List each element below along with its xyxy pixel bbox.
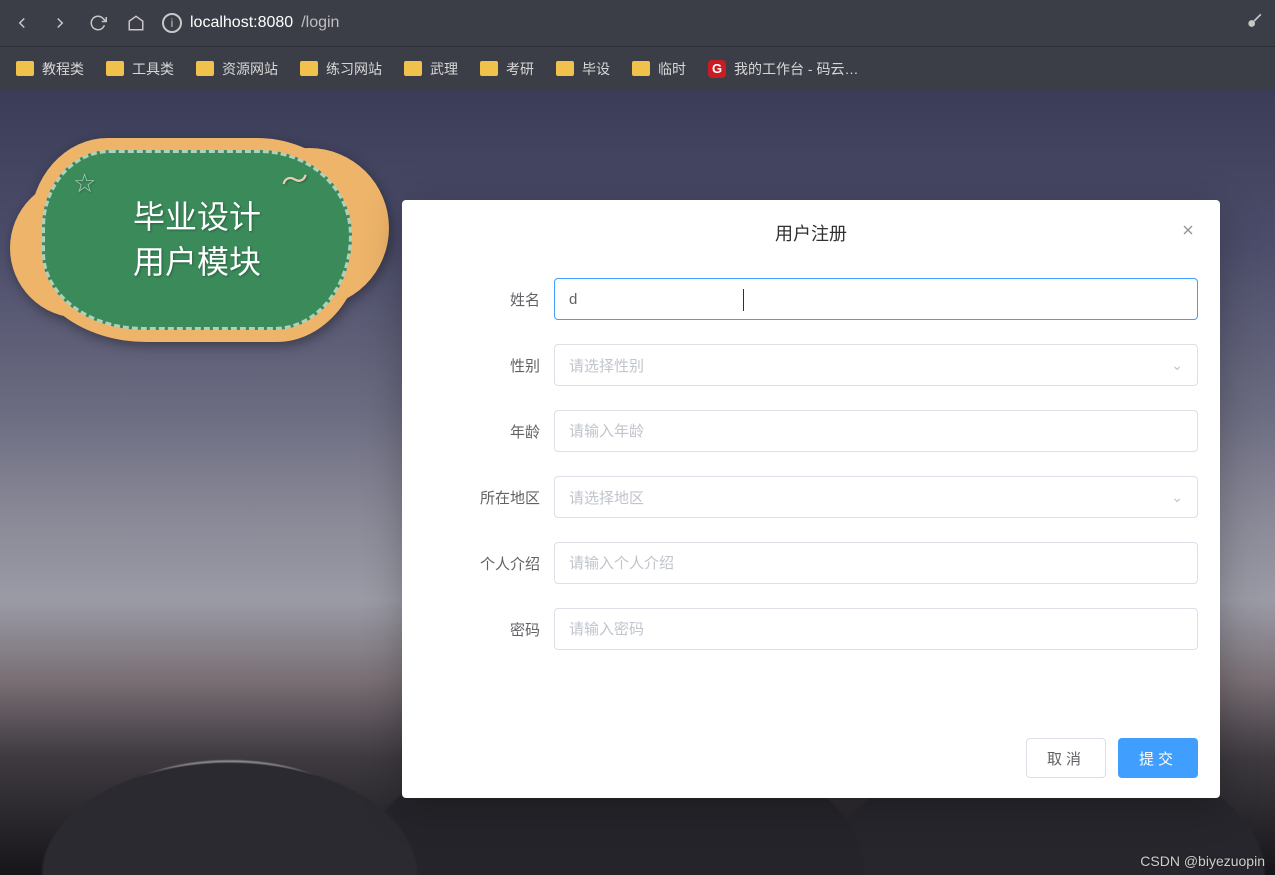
form-row-age: 年龄	[424, 410, 1198, 452]
gender-select[interactable]: 请选择性别 ⌄	[554, 344, 1198, 386]
submit-button[interactable]: 提交	[1118, 738, 1198, 778]
url-path: /login	[301, 14, 339, 32]
gitee-icon: G	[708, 60, 726, 78]
bookmark-item[interactable]: 毕设	[556, 59, 610, 79]
gender-label: 性别	[424, 355, 554, 376]
text-cursor-icon	[743, 289, 744, 311]
bookmarks-bar: 教程类 工具类 资源网站 练习网站 武理 考研 毕设 临时 G 我的工作台 - 码…	[0, 46, 1275, 90]
close-button[interactable]	[1180, 222, 1196, 243]
folder-icon	[480, 61, 498, 76]
chevron-down-icon: ⌄	[1171, 357, 1183, 374]
folder-icon	[556, 61, 574, 76]
bookmark-item[interactable]: G 我的工作台 - 码云…	[708, 59, 858, 79]
chevron-down-icon: ⌄	[1171, 489, 1183, 506]
back-button[interactable]	[10, 11, 34, 35]
name-input[interactable]	[569, 279, 1183, 319]
form-row-gender: 性别 请选择性别 ⌄	[424, 344, 1198, 386]
url-bar[interactable]: i localhost:8080/login	[162, 13, 339, 33]
star-icon: ☆	[73, 165, 96, 201]
modal-header: 用户注册	[402, 200, 1220, 266]
name-input-wrapper[interactable]	[554, 278, 1198, 320]
bookmark-label: 教程类	[42, 59, 84, 79]
bookmark-item[interactable]: 考研	[480, 59, 534, 79]
close-icon	[1180, 222, 1196, 238]
bookmark-item[interactable]: 工具类	[106, 59, 174, 79]
modal-footer: 取消 提交	[402, 718, 1220, 798]
region-select[interactable]: 请选择地区 ⌄	[554, 476, 1198, 518]
age-label: 年龄	[424, 421, 554, 442]
password-input[interactable]	[569, 609, 1183, 649]
badge-line1: 毕业设计	[133, 195, 261, 240]
page-background: ☆ ～ 毕业设计 用户模块 用户注册 姓名 性别	[0, 90, 1275, 875]
folder-icon	[300, 61, 318, 76]
bookmark-label: 工具类	[132, 59, 174, 79]
bookmark-item[interactable]: 教程类	[16, 59, 84, 79]
password-input-wrapper[interactable]	[554, 608, 1198, 650]
bookmark-label: 武理	[430, 59, 458, 79]
folder-icon	[196, 61, 214, 76]
url-host: localhost:8080	[190, 14, 293, 32]
form-row-password: 密码	[424, 608, 1198, 650]
bio-input[interactable]	[569, 543, 1183, 583]
reload-button[interactable]	[86, 11, 110, 35]
region-placeholder: 请选择地区	[569, 487, 1171, 508]
bookmark-item[interactable]: 武理	[404, 59, 458, 79]
folder-icon	[16, 61, 34, 76]
modal-title: 用户注册	[775, 220, 847, 246]
key-icon	[1245, 11, 1265, 31]
folder-icon	[106, 61, 124, 76]
home-button[interactable]	[124, 11, 148, 35]
folder-icon	[632, 61, 650, 76]
bookmark-label: 毕设	[582, 59, 610, 79]
decoration-icon: ～	[276, 158, 313, 203]
watermark-text: CSDN @biyezuopin	[1140, 853, 1265, 869]
reload-icon	[89, 14, 107, 32]
site-info-icon[interactable]: i	[162, 13, 182, 33]
bookmark-label: 考研	[506, 59, 534, 79]
password-label: 密码	[424, 619, 554, 640]
bookmark-item[interactable]: 资源网站	[196, 59, 278, 79]
bio-input-wrapper[interactable]	[554, 542, 1198, 584]
bookmark-label: 临时	[658, 59, 686, 79]
bookmark-label: 练习网站	[326, 59, 382, 79]
name-label: 姓名	[424, 289, 554, 310]
form-row-bio: 个人介绍	[424, 542, 1198, 584]
region-label: 所在地区	[424, 487, 554, 508]
bio-label: 个人介绍	[424, 553, 554, 574]
bookmark-item[interactable]: 临时	[632, 59, 686, 79]
bookmark-item[interactable]: 练习网站	[300, 59, 382, 79]
bookmark-label: 资源网站	[222, 59, 278, 79]
gender-placeholder: 请选择性别	[569, 355, 1171, 376]
badge-line2: 用户模块	[133, 240, 261, 285]
register-modal: 用户注册 姓名 性别 请选择性别 ⌄ 年龄	[402, 200, 1220, 798]
folder-icon	[404, 61, 422, 76]
home-icon	[127, 14, 145, 32]
modal-body: 姓名 性别 请选择性别 ⌄ 年龄 所在地区	[402, 266, 1220, 718]
title-badge: ☆ ～ 毕业设计 用户模块	[22, 130, 372, 350]
forward-button[interactable]	[48, 11, 72, 35]
age-input-wrapper[interactable]	[554, 410, 1198, 452]
bookmark-label: 我的工作台 - 码云…	[734, 59, 858, 79]
arrow-right-icon	[51, 14, 69, 32]
arrow-left-icon	[13, 14, 31, 32]
browser-navbar: i localhost:8080/login	[0, 0, 1275, 46]
cancel-button[interactable]: 取消	[1026, 738, 1106, 778]
form-row-region: 所在地区 请选择地区 ⌄	[424, 476, 1198, 518]
age-input[interactable]	[569, 411, 1183, 451]
browser-menu[interactable]	[1245, 11, 1265, 36]
form-row-name: 姓名	[424, 278, 1198, 320]
